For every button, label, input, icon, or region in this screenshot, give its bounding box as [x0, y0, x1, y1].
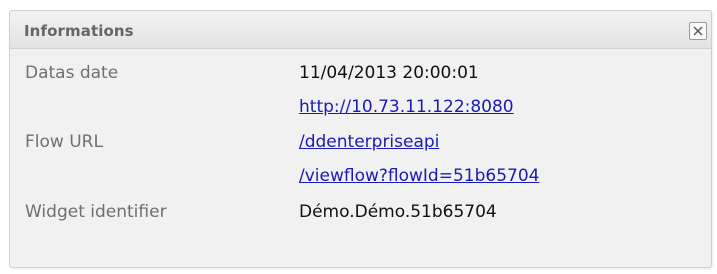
widget-identifier-label: Widget identifier	[25, 202, 167, 222]
dialog-header: Informations	[10, 11, 711, 49]
datas-date-value: 11/04/2013 20:00:01	[299, 63, 479, 83]
flow-url-line[interactable]: http://10.73.11.122:8080	[299, 97, 514, 117]
datas-date-label: Datas date	[25, 63, 119, 83]
flow-url-line[interactable]: /viewflow?flowId=51b65704	[299, 166, 539, 186]
flow-url-line[interactable]: /ddenterpriseapi	[299, 132, 439, 152]
close-button[interactable]	[689, 22, 707, 40]
widget-identifier-value: Démo.Démo.51b65704	[299, 202, 497, 222]
dialog-title: Informations	[24, 22, 134, 40]
flow-url-label: Flow URL	[25, 132, 103, 152]
close-icon	[693, 26, 703, 36]
informations-dialog: Informations Datas date 11/04/2013 20:00…	[9, 10, 712, 268]
